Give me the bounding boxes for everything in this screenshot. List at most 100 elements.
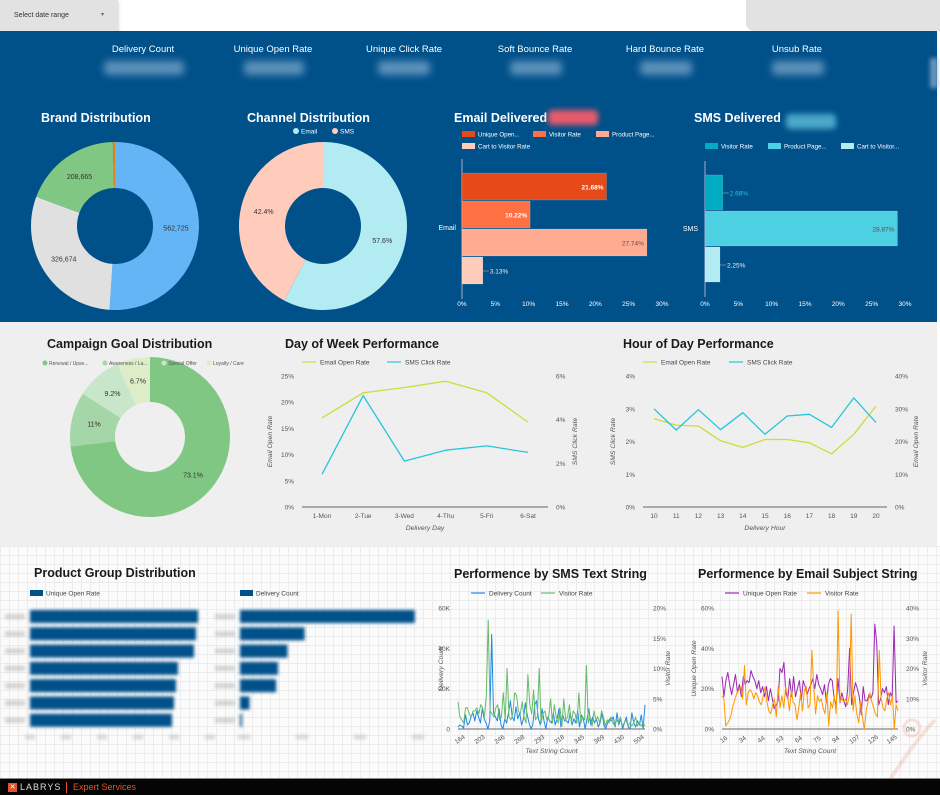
campaign-legend-label-3: Loyalty / Care — [213, 361, 244, 367]
email_subject_string-legend-label-1: Visitor Rate — [825, 590, 859, 597]
day_of_week-ytick-left-0: 0% — [285, 505, 295, 512]
email_subject_string-xtick-5: 75 — [813, 735, 823, 745]
campaign-legend-marker-1 — [102, 360, 108, 366]
email_subject_string-xtick-3: 53 — [775, 735, 785, 745]
sms_delivered-bar-label-1: 28.87% — [872, 227, 894, 234]
hour_of_day-xtick-0: 10 — [650, 513, 658, 520]
campaign_goal-slice-label-3: 6.7% — [130, 378, 146, 385]
product-open-bar-label-3 — [5, 665, 25, 671]
product-open-xtick-3 — [133, 735, 143, 739]
product-open-xtick-1 — [61, 735, 71, 739]
sms_delivered-category-label: SMS — [683, 226, 699, 233]
sms_text_string-ytick-right-3: 15% — [653, 636, 666, 643]
day_of_week-ylabel-left: Email Open Rate — [267, 415, 274, 467]
product-open-bar-label-6 — [5, 717, 25, 723]
email_subject_string-ytick-left-3: 60% — [701, 606, 714, 613]
email_subject_string-xlabel: Text String Count — [784, 748, 837, 755]
product-open-xtick-0 — [25, 735, 35, 739]
day_of_week-xtick-2: 3-Wed — [395, 513, 414, 520]
hour_of_day-ytick-right-3: 30% — [895, 406, 908, 413]
campaign-legend-label-2: Special Offer — [168, 361, 197, 367]
day_of_week-xtick-4: 5-Fri — [480, 513, 493, 520]
email_delivered-xtick-3: 15% — [555, 301, 568, 308]
day_of_week-xtick-1: 2-Tue — [355, 513, 372, 520]
brand-slice-label-2: 208,665 — [67, 174, 92, 181]
sms_delivered-legend-label-0: Visitor Rate — [721, 144, 753, 151]
day_of_week-ytick-left-4: 20% — [281, 400, 294, 407]
email_delivered-legend-label-3: Cart to Visitor Rate — [478, 144, 531, 151]
sms_text_string-xtick-8: 430 — [613, 734, 626, 746]
hour_of_day-ytick-left-3: 3% — [626, 406, 636, 413]
product-open-bar-label-5 — [5, 700, 25, 706]
channel-slice-label-0: 57.6% — [372, 238, 392, 245]
hour_of_day-ytick-right-0: 0% — [895, 505, 905, 512]
channel-legend-marker-1 — [332, 128, 338, 134]
sms_delivered-legend-label-2: Cart to Visitor... — [857, 144, 899, 151]
hour_of_day-xtick-3: 13 — [717, 513, 725, 520]
email_delivered-category-label: Email — [438, 225, 456, 232]
product-open-bar-2 — [30, 644, 194, 658]
product-delivery-bar-0 — [240, 610, 415, 623]
email_delivered-legend-label-0: Unique Open... — [478, 132, 520, 139]
day_of_week-xtick-0: 1-Mon — [313, 513, 332, 520]
footer: ✕ LABRYS Expert Services — [0, 778, 940, 795]
campaign-legend-marker-2 — [161, 360, 167, 366]
sms_delivered-xtick-6: 30% — [898, 301, 911, 308]
charts-canvas: 562,725 326,674 208,665 57.6% 42.4% 73.1% 11% 9… — [5, 128, 937, 795]
sms_text_string-xtick-6: 345 — [573, 734, 586, 746]
product-delivery-bar-1 — [240, 627, 305, 641]
sms_text_string-xtick-0: 164 — [454, 734, 467, 746]
email_delivered-xtick-1: 5% — [491, 301, 501, 308]
hour_of_day-ytick-right-4: 40% — [895, 374, 908, 381]
product-delivery-bar-label-3 — [215, 665, 235, 671]
day_of_week-ytick-right-1: 2% — [556, 461, 566, 468]
product-delivery-bar-label-4 — [215, 683, 235, 689]
product-delivery-bar-2 — [240, 644, 288, 658]
sms_text_string-ytick-right-1: 5% — [653, 696, 663, 703]
day_of_week-ytick-left-5: 25% — [281, 374, 294, 381]
product-open-xtick-4 — [169, 735, 179, 739]
email_delivered-xtick-0: 0% — [457, 301, 467, 308]
sms_text_string-xtick-1: 203 — [474, 734, 487, 746]
email_subject_string-ytick-right-2: 20% — [906, 666, 919, 673]
email_subject_string-xtick-1: 34 — [738, 735, 748, 745]
hour_of_day-ytick-left-4: 4% — [626, 374, 636, 381]
email_delivered-legend-marker-3 — [462, 143, 475, 149]
footer-tagline: Expert Services — [73, 782, 137, 792]
product-delivery-xtick-1 — [296, 735, 308, 739]
sms_delivered-xtick-2: 10% — [765, 301, 778, 308]
email_subject_string-legend-label-0: Unique Open Rate — [743, 590, 797, 597]
sms_delivered-bar-0 — [704, 174, 723, 211]
hour_of_day-ylabel-left: SMS Click Rate — [610, 417, 617, 465]
product-open-legend-label: Unique Open Rate — [46, 591, 100, 598]
email_subject_string-xtick-4: 64 — [794, 735, 804, 745]
product-open-xtick-2 — [97, 735, 107, 739]
day_of_week-xtick-5: 6-Sat — [520, 513, 536, 520]
product-delivery-legend-marker — [240, 590, 253, 596]
campaign_goal-slice-label-2: 9.2% — [105, 391, 121, 398]
day_of_week-xtick-3: 4-Thu — [437, 513, 454, 520]
hour_of_day-xtick-9: 19 — [850, 513, 858, 520]
product-open-bar-5 — [30, 696, 174, 710]
product-delivery-xtick-2 — [354, 735, 366, 739]
product-open-bar-label-0 — [5, 614, 25, 619]
sms_delivered-xtick-0: 0% — [700, 301, 710, 308]
hour_of_day-ytick-left-0: 0% — [626, 505, 636, 512]
product-open-bar-label-2 — [5, 648, 25, 654]
email_delivered-legend-marker-1 — [533, 131, 546, 137]
footer-brand: LABRYS — [20, 782, 62, 792]
email_delivered-legend-label-1: Visitor Rate — [549, 132, 581, 139]
day_of_week-ytick-left-3: 15% — [281, 426, 294, 433]
sms_delivered-xtick-1: 5% — [734, 301, 744, 308]
channel-legend-label-1: SMS — [340, 129, 355, 136]
hour_of_day-xtick-5: 15 — [761, 513, 769, 520]
sms_text_string-xtick-3: 268 — [513, 734, 526, 746]
hour_of_day-xtick-8: 18 — [828, 513, 836, 520]
footer-divider — [66, 782, 67, 793]
day_of_week-legend-label-0: Email Open Rate — [320, 359, 370, 366]
campaign-legend-marker-0 — [42, 360, 48, 366]
campaign_goal-slice-label-1: 11% — [87, 422, 101, 429]
email_subject_string-ytick-right-0: 0% — [906, 727, 916, 734]
email_subject_string-ytick-right-3: 30% — [906, 636, 919, 643]
product-delivery-bar-label-6 — [215, 717, 235, 723]
